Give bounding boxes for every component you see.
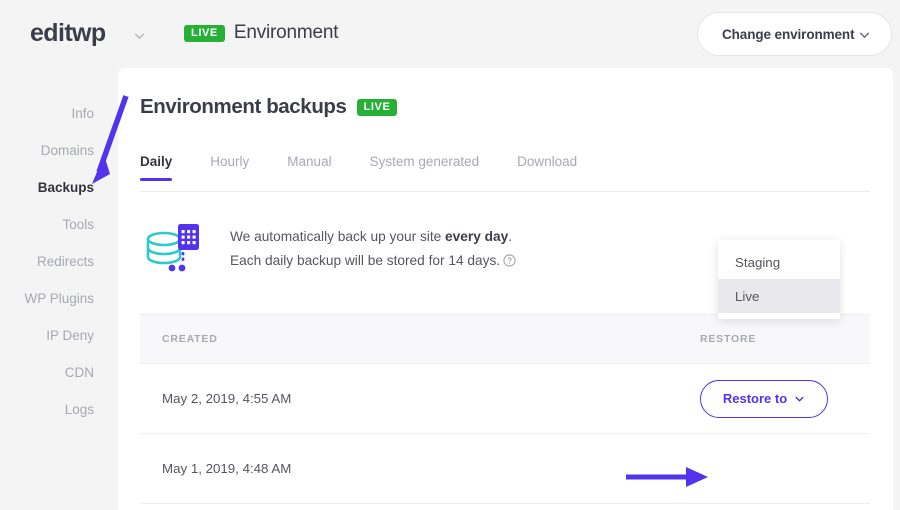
sidebar-item-label: Backups [38, 180, 94, 195]
sidebar-item-tools[interactable]: Tools [0, 206, 118, 243]
sidebar-item-backups[interactable]: Backups [0, 169, 118, 206]
dropdown-item-staging[interactable]: Staging [718, 245, 840, 279]
dropdown-item-live[interactable]: Live [718, 279, 840, 313]
table-header-row: CREATED RESTORE [140, 314, 870, 364]
tab-manual[interactable]: Manual [287, 154, 331, 180]
sidebar-item-label: WP Plugins [24, 291, 94, 306]
backup-info-line2-text: Each daily backup will be stored for 14 … [230, 253, 500, 268]
sidebar-item-label: Tools [62, 217, 94, 232]
page-title: Environment backups [140, 95, 347, 119]
question-circle-icon[interactable] [503, 254, 516, 267]
tab-system-generated[interactable]: System generated [370, 154, 480, 180]
backup-info-block: We automatically back up your site every… [140, 216, 516, 282]
backup-info-line1-strong: every day [445, 229, 508, 244]
change-environment-button[interactable]: Change environment [697, 12, 892, 56]
tab-label: Hourly [210, 154, 249, 169]
database-calendar-icon [140, 216, 206, 282]
tab-label: Manual [287, 154, 331, 169]
column-header-restore: RESTORE [700, 333, 870, 345]
top-bar: editwp LIVE Environment Change environme… [0, 0, 900, 68]
restore-to-button[interactable]: Restore to [700, 380, 828, 418]
content-panel: Environment backups LIVE Daily Hourly Ma… [118, 68, 893, 510]
restore-cell: Restore to [700, 380, 870, 418]
sidebar-item-label: Logs [65, 402, 94, 417]
change-environment-label: Change environment [722, 27, 854, 42]
backup-created-date: May 1, 2019, 4:48 AM [140, 461, 700, 476]
backup-info-line1-pre: We automatically back up your site [230, 229, 445, 244]
restore-to-label: Restore to [723, 391, 787, 406]
sidebar-item-label: Redirects [37, 254, 94, 269]
tab-label: Download [517, 154, 577, 169]
tab-hourly[interactable]: Hourly [210, 154, 249, 180]
tab-label: System generated [370, 154, 480, 169]
tab-bar: Daily Hourly Manual System generated Dow… [140, 154, 870, 192]
tab-label: Daily [140, 154, 172, 169]
chevron-down-icon [858, 28, 871, 41]
restore-to-dropdown-menu: Staging Live [718, 240, 840, 319]
sidebar-item-wp-plugins[interactable]: WP Plugins [0, 280, 118, 317]
backup-info-line-2: Each daily backup will be stored for 14 … [230, 249, 516, 273]
status-badge-live: LIVE [357, 99, 398, 116]
backup-info-line1-post: . [508, 229, 512, 244]
sidebar-item-ip-deny[interactable]: IP Deny [0, 317, 118, 354]
sidebar-item-info[interactable]: Info [0, 95, 118, 132]
backup-info-text: We automatically back up your site every… [230, 225, 516, 272]
brand-logo[interactable]: editwp [30, 19, 106, 48]
sidebar: Info Domains Backups Tools Redirects WP … [0, 68, 118, 510]
column-header-created: CREATED [140, 333, 700, 345]
environment-label: Environment [234, 22, 338, 44]
environment-indicator: LIVE Environment [184, 22, 338, 44]
backups-table: CREATED RESTORE May 2, 2019, 4:55 AM Res… [140, 314, 870, 504]
chevron-down-icon [794, 393, 805, 404]
sidebar-item-label: CDN [65, 365, 94, 380]
table-row: May 2, 2019, 4:55 AM Restore to [140, 364, 870, 434]
sidebar-item-logs[interactable]: Logs [0, 391, 118, 428]
dropdown-item-label: Staging [735, 255, 780, 270]
backup-created-date: May 2, 2019, 4:55 AM [140, 391, 700, 406]
tab-daily[interactable]: Daily [140, 154, 172, 180]
dropdown-item-label: Live [735, 289, 759, 304]
status-badge-live: LIVE [184, 25, 225, 42]
sidebar-item-label: IP Deny [46, 328, 94, 343]
sidebar-item-domains[interactable]: Domains [0, 132, 118, 169]
sidebar-item-label: Domains [41, 143, 94, 158]
sidebar-item-label: Info [71, 106, 94, 121]
sidebar-item-redirects[interactable]: Redirects [0, 243, 118, 280]
table-row: May 1, 2019, 4:48 AM [140, 434, 870, 504]
tab-download[interactable]: Download [517, 154, 577, 180]
page-title-row: Environment backups LIVE [140, 95, 397, 119]
backup-info-line-1: We automatically back up your site every… [230, 225, 516, 249]
sidebar-item-cdn[interactable]: CDN [0, 354, 118, 391]
chevron-down-icon[interactable] [133, 29, 146, 42]
